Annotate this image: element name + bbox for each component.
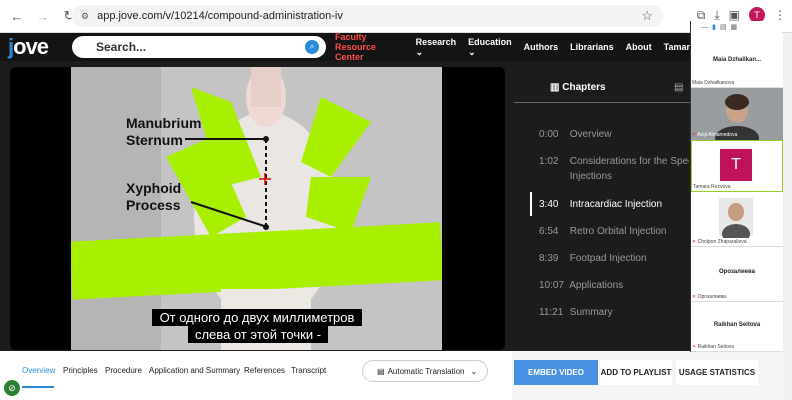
tab-overview[interactable]: Overview (22, 366, 55, 375)
tab-references[interactable]: References (244, 366, 285, 375)
sidepanel-icon[interactable]: ▣ (729, 8, 740, 22)
active-tab-underline (22, 386, 54, 388)
menu-faculty-resource-center[interactable]: Faculty Resource Center (335, 32, 404, 62)
menu-librarians[interactable]: Librarians (570, 42, 614, 52)
menu-research[interactable]: Research ⌄ (416, 37, 457, 58)
transcript-tab-icon[interactable]: ▤ (674, 82, 683, 93)
subtitle-line-1: От одного до двух миллиметров (152, 309, 362, 326)
main-menu: Faculty Resource Center Research ⌄ Educa… (335, 32, 690, 62)
participant-photo (719, 198, 753, 244)
video-player[interactable]: Manubrium Sternum Xyphoid Process От одн… (10, 67, 505, 350)
search-input[interactable]: Search... ⌕ (72, 36, 326, 58)
address-bar[interactable]: ⚙ app.jove.com/v/10214/compound-administ… (71, 5, 663, 27)
search-icon[interactable]: ⌕ (305, 40, 319, 54)
active-chapter-indicator (530, 192, 532, 216)
chevron-down-icon: ⌄ (415, 46, 424, 57)
participant-tile[interactable]: ✕ Azgi Almamedova (691, 88, 783, 150)
chapter-item[interactable]: 8:39 Footpad Injection (539, 251, 689, 266)
label-xyphoid: Xyphoid Process (126, 180, 182, 213)
translation-dropdown[interactable]: ▤ Automatic Translation ⌄ (362, 360, 488, 382)
site-info-icon[interactable]: ⚙ (81, 11, 89, 22)
search-placeholder: Search... (96, 40, 147, 54)
browser-toolbar: ← → ↻ ⚙ app.jove.com/v/10214/compound-ad… (0, 0, 792, 33)
zoom-share-icon[interactable]: ⊘ (4, 380, 20, 396)
site-header: jove Search... ⌕ Faculty Resource Center… (0, 32, 690, 62)
mic-muted-icon: ✕ (692, 239, 697, 245)
label-manubrium: Manubrium Sternum (126, 115, 202, 148)
participant-tile[interactable]: Raikhan Seitova ✕ Raikhan Seitova (691, 302, 783, 352)
chapter-item[interactable]: 3:40 Intracardiac Injection (539, 197, 689, 212)
chevron-down-icon: ⌄ (468, 46, 476, 57)
participant-tile[interactable]: Орозалиева ✕ Орозалиева (691, 247, 783, 302)
tab-application-summary[interactable]: Application and Summary (149, 366, 240, 375)
chapter-item[interactable]: 10:07 Applications (539, 278, 689, 293)
back-icon[interactable]: ← (8, 7, 26, 25)
jove-logo[interactable]: jove (8, 34, 49, 60)
zoom-view-controls[interactable]: — ▮ ▤ ▦ (691, 21, 782, 33)
subtitle-line-2: слева от этой точки - (188, 326, 328, 343)
mic-muted-icon: ✕ (692, 344, 697, 350)
video-actions: EMBED VIDEO ADD TO PLAYLIST USAGE STATIS… (512, 351, 792, 400)
participant-tile[interactable]: T Tamara Rezvova (691, 140, 783, 192)
tab-chapters[interactable]: ▥ Chapters (550, 82, 606, 93)
translate-icon: ▤ (377, 366, 385, 376)
page-scrollbar[interactable] (783, 33, 792, 400)
add-to-playlist-button[interactable]: ADD TO PLAYLIST (600, 360, 672, 385)
forward-icon[interactable]: → (34, 7, 52, 25)
embed-video-button[interactable]: EMBED VIDEO (514, 360, 598, 385)
menu-authors[interactable]: Authors (524, 42, 559, 52)
participant-tile[interactable]: ✕ Cholpon Zhaparalieva (691, 192, 783, 247)
tab-principles[interactable]: Principles (63, 366, 98, 375)
chapter-item[interactable]: 6:54 Retro Orbital Injection (539, 224, 689, 239)
menu-about[interactable]: About (626, 42, 652, 52)
url-text: app.jove.com/v/10214/compound-administra… (97, 10, 343, 22)
content-tabs: Overview Principles Procedure Applicatio… (0, 351, 512, 400)
participant-avatar: T (720, 149, 752, 181)
chapters-panel: ▥ Chapters ▤ 0:00 Overview 1:02 Consider… (514, 67, 690, 350)
mic-muted-icon: ✕ (692, 132, 697, 138)
zoom-participants-panel: — ▮ ▤ ▦ Maia Dzhailkan... Maia Dzhailkanova… (690, 21, 783, 352)
participant-tile[interactable]: Maia Dzhailkan... Maia Dzhailkanova (691, 33, 783, 88)
mic-muted-icon: ✕ (692, 294, 697, 300)
video-frame: Manubrium Sternum Xyphoid Process (71, 67, 442, 350)
chevron-down-icon: ⌄ (470, 366, 478, 376)
chapter-item[interactable]: 0:00 Overview (539, 127, 689, 142)
tab-procedure[interactable]: Procedure (105, 366, 142, 375)
menu-user[interactable]: Tamar (664, 42, 690, 52)
chapter-item[interactable]: 11:21 Summary (539, 305, 689, 320)
chapters-tabs: ▥ Chapters ▤ (514, 73, 690, 103)
book-icon: ▥ (550, 82, 560, 93)
browser-menu-icon[interactable]: ⋮ (774, 8, 786, 22)
menu-education[interactable]: Education ⌄ (468, 37, 512, 58)
tab-transcript[interactable]: Transcript (291, 366, 326, 375)
bookmark-star-icon[interactable]: ☆ (641, 8, 653, 24)
chapter-item[interactable]: 1:02 Considerations for the Spec Injecti… (539, 154, 689, 184)
usage-statistics-button[interactable]: USAGE STATISTICS (676, 360, 758, 385)
